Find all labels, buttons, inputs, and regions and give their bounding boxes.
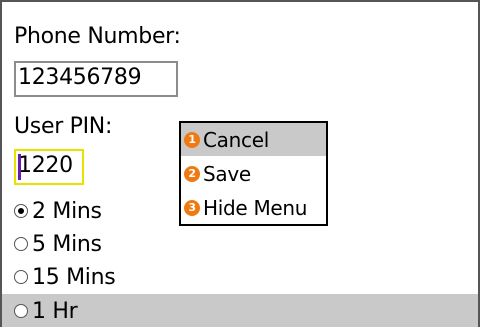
- radio-option-5-mins[interactable]: 5 Mins: [14, 229, 102, 259]
- radio-unselected-icon: [14, 270, 28, 284]
- radio-label: 2 Mins: [32, 198, 102, 224]
- user-pin-field[interactable]: 1220: [14, 149, 84, 185]
- number-1-icon: 1: [184, 131, 200, 148]
- radio-option-1-hr[interactable]: 1 Hr: [14, 296, 78, 326]
- radio-unselected-icon: [14, 304, 28, 318]
- menu-item-label: Cancel: [203, 127, 269, 152]
- menu-item-save[interactable]: 2 Save: [181, 157, 326, 190]
- phone-number-field[interactable]: 123456789: [14, 61, 178, 97]
- radio-option-2-mins[interactable]: 2 Mins: [14, 196, 102, 226]
- context-menu: 1 Cancel 2 Save 3 Hide Menu: [179, 121, 328, 226]
- text-caret: [18, 154, 21, 180]
- device-screen: Phone Number: 123456789 User PIN: 1220 2…: [0, 0, 480, 327]
- radio-unselected-icon: [14, 237, 28, 251]
- phone-number-label: Phone Number:: [14, 24, 181, 49]
- menu-item-cancel[interactable]: 1 Cancel: [181, 123, 326, 156]
- user-pin-value: 1220: [18, 153, 73, 178]
- user-pin-label: User PIN:: [14, 114, 113, 139]
- phone-number-value: 123456789: [18, 65, 142, 90]
- menu-item-label: Hide Menu: [203, 195, 308, 220]
- radio-label: 15 Mins: [32, 264, 116, 290]
- radio-selected-icon: [14, 204, 28, 218]
- menu-item-label: Save: [203, 161, 251, 186]
- radio-option-15-mins[interactable]: 15 Mins: [14, 262, 116, 292]
- number-3-icon: 3: [184, 199, 200, 216]
- radio-label: 1 Hr: [32, 298, 78, 324]
- radio-label: 5 Mins: [32, 231, 102, 257]
- number-2-icon: 2: [184, 165, 200, 182]
- menu-item-hide-menu[interactable]: 3 Hide Menu: [181, 191, 326, 224]
